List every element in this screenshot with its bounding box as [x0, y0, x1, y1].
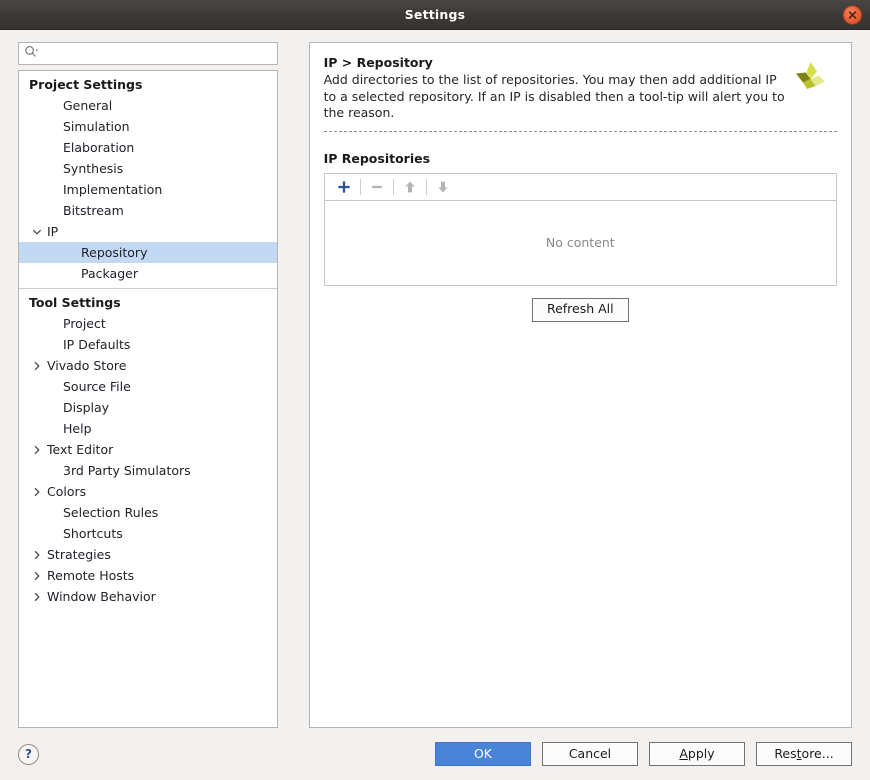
- sidebar-item-source-file[interactable]: Source File: [19, 376, 277, 397]
- header-divider: [323, 130, 837, 132]
- settings-tree[interactable]: Project Settings General Simulation Elabora…: [18, 70, 278, 728]
- section-title: IP Repositories: [323, 150, 431, 166]
- sidebar-item-colors[interactable]: Colors: [19, 481, 277, 502]
- search-input[interactable]: [41, 43, 272, 64]
- panel-header-text: IP > Repository Add directories to the l…: [324, 55, 791, 122]
- sidebar-item-label: Source File: [63, 379, 131, 394]
- panel-header: IP > Repository Add directories to the l…: [324, 55, 837, 122]
- sidebar-item-label: Project: [63, 316, 106, 331]
- empty-state-label: No content: [545, 235, 615, 250]
- sidebar-item-label: 3rd Party Simulators: [63, 463, 191, 478]
- sidebar-item-bitstream[interactable]: Bitstream: [19, 200, 277, 221]
- sidebar-item-label: Display: [63, 400, 110, 415]
- sidebar-item-label: Vivado Store: [47, 358, 127, 373]
- settings-detail-pane: IP > Repository Add directories to the l…: [296, 30, 870, 728]
- chevron-down-icon[interactable]: [29, 227, 45, 237]
- mnemonic-letter: t: [796, 745, 802, 761]
- search-box[interactable]: [18, 42, 278, 65]
- sidebar-item-implementation[interactable]: Implementation: [19, 179, 277, 200]
- sidebar-item-label: Text Editor: [47, 442, 114, 457]
- sidebar-item-label: Implementation: [63, 182, 163, 197]
- sidebar-item-display[interactable]: Display: [19, 397, 277, 418]
- sidebar-item-help[interactable]: Help: [19, 418, 277, 439]
- page-title: IP > Repository: [323, 55, 433, 70]
- page-description: Add directories to the list of repositor…: [323, 72, 785, 120]
- sidebar-item-label: General: [63, 98, 113, 113]
- chevron-right-icon[interactable]: [29, 550, 45, 560]
- sidebar-item-general[interactable]: General: [19, 95, 277, 116]
- sidebar-item-label: IP: [47, 224, 59, 239]
- mnemonic-letter: A: [679, 745, 688, 761]
- sidebar-item-repository[interactable]: Repository: [19, 242, 277, 263]
- sidebar-item-ip[interactable]: IP: [19, 221, 277, 242]
- vivado-pinwheel-logo-icon: [791, 59, 829, 97]
- close-icon[interactable]: [843, 5, 862, 24]
- chevron-right-icon[interactable]: [29, 571, 45, 581]
- sidebar-item-selection-rules[interactable]: Selection Rules: [19, 502, 277, 523]
- repository-panel: IP > Repository Add directories to the l…: [308, 42, 852, 728]
- window-title: Settings: [404, 7, 466, 22]
- chevron-right-icon[interactable]: [29, 445, 45, 455]
- sidebar-item-label: Selection Rules: [63, 505, 159, 520]
- sidebar-item-label: IP Defaults: [63, 337, 131, 352]
- dialog-content: Project Settings General Simulation Elabora…: [0, 30, 870, 728]
- sidebar-item-text-editor[interactable]: Text Editor: [19, 439, 277, 460]
- sidebar-item-synthesis[interactable]: Synthesis: [19, 158, 277, 179]
- ok-button[interactable]: OK: [435, 742, 531, 766]
- search-icon: [24, 44, 39, 63]
- sidebar-item-label: Elaboration: [63, 140, 135, 155]
- help-button[interactable]: ?: [18, 743, 39, 765]
- cancel-button[interactable]: Cancel: [542, 742, 638, 766]
- sidebar-item-label: Repository: [81, 245, 148, 260]
- sidebar-item-label: Strategies: [47, 547, 111, 562]
- sidebar-item-label: Help: [63, 421, 92, 436]
- repository-list-toolbar: [323, 172, 837, 201]
- sidebar-item-label: Simulation: [63, 119, 130, 134]
- sidebar-item-label: Bitstream: [63, 203, 124, 218]
- sidebar-item-label: Window Behavior: [47, 589, 156, 604]
- sidebar-item-project[interactable]: Project: [19, 313, 277, 334]
- remove-repository-button[interactable]: [364, 175, 390, 199]
- sidebar-item-window-behavior[interactable]: Window Behavior: [19, 586, 277, 607]
- sidebar-item-strategies[interactable]: Strategies: [19, 544, 277, 565]
- settings-sidebar: Project Settings General Simulation Elabora…: [0, 30, 296, 728]
- tree-group-divider: [19, 288, 277, 289]
- apply-button[interactable]: Apply: [649, 742, 745, 766]
- chevron-right-icon[interactable]: [29, 487, 45, 497]
- refresh-all-button[interactable]: Refresh All: [531, 297, 629, 322]
- settings-dialog: Project Settings General Simulation Elabora…: [0, 30, 870, 780]
- chevron-right-icon[interactable]: [29, 592, 45, 602]
- sidebar-item-label: Packager: [81, 266, 138, 281]
- sidebar-item-label: Shortcuts: [63, 526, 123, 541]
- sidebar-item-remote-hosts[interactable]: Remote Hosts: [19, 565, 277, 586]
- window-titlebar: Settings: [0, 0, 870, 30]
- move-repository-down-button[interactable]: [430, 175, 456, 199]
- add-repository-button[interactable]: [331, 175, 357, 199]
- dialog-footer: ? OK Cancel Apply Restore...: [0, 728, 870, 780]
- restore-button[interactable]: Restore...: [756, 742, 852, 766]
- footer-button-group: OK Cancel Apply Restore...: [435, 742, 852, 766]
- tree-group-tool-settings: Tool Settings: [19, 292, 277, 313]
- sidebar-item-label: Remote Hosts: [47, 568, 135, 583]
- toolbar-divider: [392, 178, 394, 195]
- tree-group-label: Project Settings: [29, 77, 143, 92]
- tree-group-label: Tool Settings: [29, 295, 121, 310]
- tree-group-project-settings: Project Settings: [19, 74, 277, 95]
- sidebar-item-packager[interactable]: Packager: [19, 263, 277, 284]
- move-repository-up-button[interactable]: [397, 175, 423, 199]
- sidebar-item-label: Synthesis: [63, 161, 124, 176]
- repository-list[interactable]: No content: [323, 200, 837, 286]
- chevron-right-icon[interactable]: [29, 361, 45, 371]
- sidebar-item-vivado-store[interactable]: Vivado Store: [19, 355, 277, 376]
- toolbar-divider: [359, 178, 361, 195]
- sidebar-item-shortcuts[interactable]: Shortcuts: [19, 523, 277, 544]
- sidebar-item-label: Colors: [47, 484, 87, 499]
- toolbar-divider: [425, 178, 427, 195]
- sidebar-item-ip-defaults[interactable]: IP Defaults: [19, 334, 277, 355]
- sidebar-item-3rd-party-simulators[interactable]: 3rd Party Simulators: [19, 460, 277, 481]
- sidebar-item-elaboration[interactable]: Elaboration: [19, 137, 277, 158]
- refresh-row: Refresh All: [324, 297, 837, 322]
- sidebar-item-simulation[interactable]: Simulation: [19, 116, 277, 137]
